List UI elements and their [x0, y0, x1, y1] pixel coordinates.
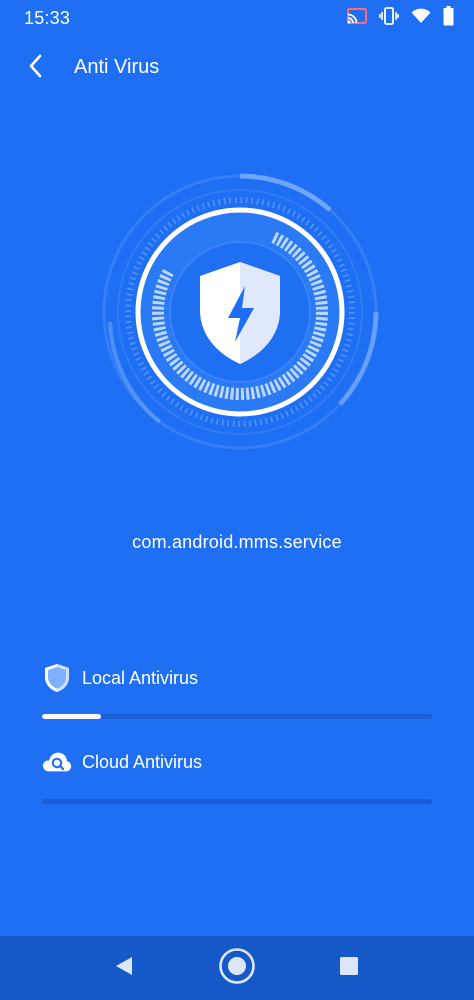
status-bar: 15:33 [0, 0, 474, 36]
shield-icon [42, 663, 72, 693]
cloud-antivirus-label: Cloud Antivirus [82, 751, 203, 772]
local-antivirus-row: Local Antivirus [42, 660, 432, 719]
status-icons [347, 5, 454, 31]
home-circle-icon [218, 947, 256, 990]
scan-graphic [100, 172, 380, 452]
wifi-icon [411, 8, 431, 29]
cloud-search-icon [42, 747, 72, 777]
cloud-antivirus-progress [42, 799, 432, 804]
shield-bolt-icon [200, 262, 280, 364]
app-bar: Anti Virus [0, 40, 474, 96]
local-antivirus-progress [42, 714, 432, 719]
system-nav-bar [0, 936, 474, 1000]
vibrate-icon [379, 6, 399, 30]
cast-icon [347, 7, 367, 29]
local-antivirus-progress-fill [42, 714, 101, 719]
status-time: 15:33 [24, 8, 71, 28]
chevron-left-icon [28, 54, 44, 83]
nav-back-button[interactable] [104, 948, 144, 988]
nav-recents-button[interactable] [329, 948, 369, 988]
back-button[interactable] [20, 52, 52, 84]
recents-square-icon [339, 956, 359, 981]
back-triangle-icon [114, 955, 134, 982]
scanning-item-text: com.android.mms.service [132, 532, 342, 552]
nav-home-button[interactable] [217, 947, 257, 990]
local-antivirus-label: Local Antivirus [82, 667, 199, 688]
page-title: Anti Virus [74, 56, 160, 78]
cloud-antivirus-row: Cloud Antivirus [42, 744, 432, 804]
battery-icon [443, 5, 454, 31]
